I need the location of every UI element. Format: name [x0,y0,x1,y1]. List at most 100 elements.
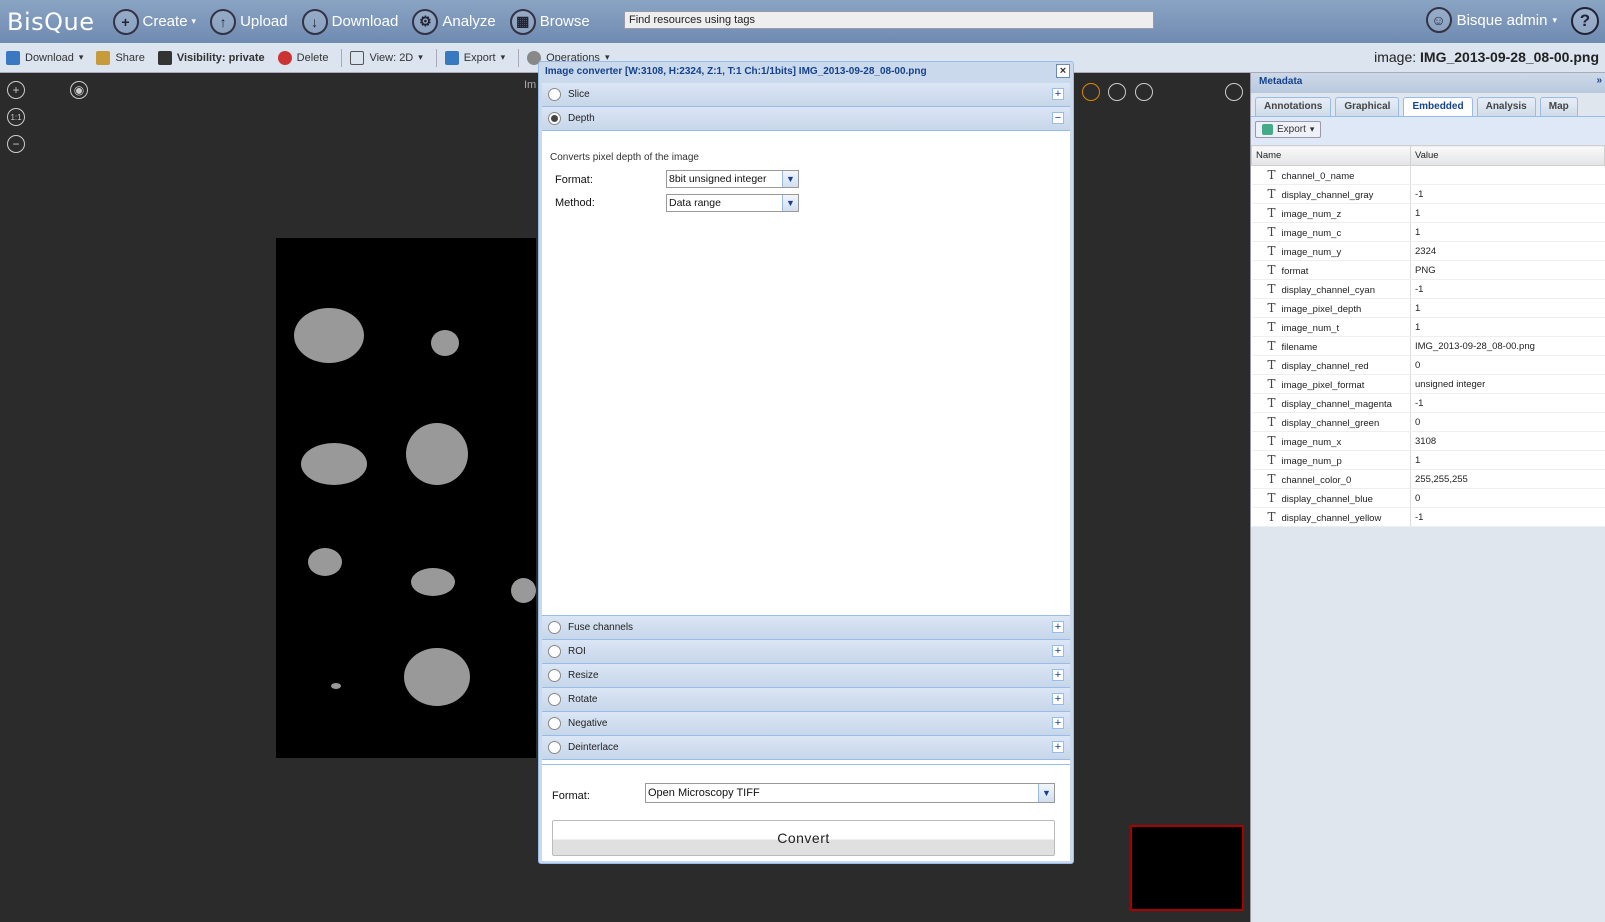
section-label: Fuse channels [568,622,634,633]
table-row[interactable]: Timage_pixel_format unsigned integer [1251,374,1605,394]
chevron-down-icon[interactable]: ▼ [782,171,798,187]
download-nav-button[interactable]: ↓ Download [301,8,398,35]
table-row[interactable]: Timage_num_y 2324 [1251,241,1605,261]
convert-button[interactable]: Convert [552,820,1055,856]
expand-icon[interactable]: + [1052,621,1064,633]
table-row[interactable]: Timage_num_p 1 [1251,450,1605,470]
output-format-select[interactable]: Open Microscopy TIFF ▼ [645,783,1055,803]
table-row[interactable]: Tdisplay_channel_cyan -1 [1251,279,1605,299]
table-row[interactable]: Timage_num_z 1 [1251,203,1605,223]
tab-analysis[interactable]: Analysis [1476,97,1536,116]
compass-icon[interactable] [1082,83,1100,101]
section-fuse-channels[interactable]: Fuse channels + [542,616,1070,640]
table-row[interactable]: Tdisplay_channel_blue 0 [1251,488,1605,508]
table-row[interactable]: Tdisplay_channel_green 0 [1251,412,1605,432]
row-name-text: image_num_t [1281,323,1340,334]
pointer-icon[interactable] [1108,83,1126,101]
expand-icon[interactable]: + [1052,88,1064,100]
table-row[interactable]: Timage_num_c 1 [1251,222,1605,242]
collapse-icon[interactable]: » [1596,75,1602,86]
export-menu-button[interactable]: Export ▾ [444,50,506,65]
eye-icon[interactable]: ◉ [70,81,88,99]
section-deinterlace[interactable]: Deinterlace + [542,736,1070,760]
zoom-in-icon[interactable]: + [7,81,25,99]
collapse-icon[interactable]: − [1052,112,1064,124]
row-name: Timage_num_c [1251,222,1411,242]
column-header-value[interactable]: Value [1410,145,1605,166]
section-label: Depth [568,113,595,124]
text-type-icon: T [1267,263,1276,277]
table-row[interactable]: Tformat PNG [1251,260,1605,280]
visibility-button[interactable]: Visibility: private [157,50,265,65]
section-resize[interactable]: Resize + [542,664,1070,688]
analyze-button[interactable]: ⚙ Analyze [412,8,496,35]
plant-blob [411,568,455,596]
trash-icon[interactable] [1135,83,1153,101]
grid-icon [350,50,365,65]
zoom-one-to-one-icon[interactable]: 1:1 [7,108,25,126]
radio-button[interactable] [548,645,561,658]
row-value: 3108 [1410,431,1605,451]
chevron-down-icon[interactable]: ▼ [1038,784,1054,802]
expand-icon[interactable]: + [1052,741,1064,753]
user-menu[interactable]: ☺ Bisque admin ▾ [1425,7,1557,33]
table-row[interactable]: Tfilename IMG_2013-09-28_08-00.png [1251,336,1605,356]
zoom-out-icon[interactable]: − [7,135,25,153]
table-row[interactable]: Tchannel_0_name [1251,165,1605,185]
radio-button[interactable] [548,741,561,754]
section-roi[interactable]: ROI + [542,640,1070,664]
app-logo[interactable]: BisQue [7,8,95,36]
help-button[interactable]: ? [1571,7,1599,35]
create-menu-button[interactable]: + Create ▾ [112,8,196,35]
table-row[interactable]: Tdisplay_channel_yellow -1 [1251,507,1605,527]
depth-method-select[interactable]: Data range ▼ [666,194,799,212]
depth-format-select[interactable]: 8bit unsigned integer ▼ [666,170,799,188]
chevron-down-icon: ▾ [78,52,84,62]
radio-button[interactable] [548,669,561,682]
column-header-name[interactable]: Name [1251,145,1411,166]
tab-map[interactable]: Map [1539,97,1578,116]
section-depth[interactable]: Depth − [542,107,1070,131]
text-type-icon: T [1267,491,1276,505]
table-row[interactable]: Tdisplay_channel_gray -1 [1251,184,1605,204]
radio-button[interactable] [548,717,561,730]
browse-button[interactable]: ▦ Browse [509,8,590,35]
row-name-text: display_channel_magenta [1281,399,1392,410]
upload-button[interactable]: ↑ Upload [210,8,288,35]
download-menu-button[interactable]: Download ▾ [6,50,84,65]
expand-icon[interactable]: + [1052,645,1064,657]
row-name-text: display_channel_blue [1281,494,1373,505]
expand-icon[interactable]: + [1052,693,1064,705]
share-button[interactable]: Share [96,50,145,65]
tab-embedded[interactable]: Embedded [1403,97,1473,116]
section-rotate[interactable]: Rotate + [542,688,1070,712]
view-menu-button[interactable]: View: 2D ▾ [350,50,423,65]
overview-thumbnail[interactable] [1130,825,1244,911]
radio-depth[interactable] [548,112,561,125]
text-type-icon: T [1267,377,1276,391]
radio-button[interactable] [548,621,561,634]
expand-icon[interactable]: + [1052,717,1064,729]
table-row[interactable]: Tdisplay_channel_magenta -1 [1251,393,1605,413]
text-type-icon: T [1267,415,1276,429]
metadata-export-button[interactable]: Export ▾ [1255,121,1322,138]
delete-button[interactable]: Delete [277,50,328,65]
table-row[interactable]: Timage_num_x 3108 [1251,431,1605,451]
table-row[interactable]: Timage_num_t 1 [1251,317,1605,337]
radio-slice[interactable] [548,88,561,101]
table-row[interactable]: Tchannel_color_0 255,255,255 [1251,469,1605,489]
screen-icon[interactable] [1225,83,1243,101]
close-icon[interactable]: × [1056,64,1070,78]
section-negative[interactable]: Negative + [542,712,1070,736]
table-row[interactable]: Timage_pixel_depth 1 [1251,298,1605,318]
chevron-down-icon: ▾ [500,52,506,62]
tab-graphical[interactable]: Graphical [1335,97,1400,116]
radio-button[interactable] [548,693,561,706]
section-slice[interactable]: Slice + [542,83,1070,107]
text-type-icon: T [1267,472,1276,486]
chevron-down-icon[interactable]: ▼ [782,195,798,211]
table-row[interactable]: Tdisplay_channel_red 0 [1251,355,1605,375]
expand-icon[interactable]: + [1052,669,1064,681]
search-input[interactable]: Find resources using tags [624,11,1154,29]
tab-annotations[interactable]: Annotations [1255,97,1332,116]
